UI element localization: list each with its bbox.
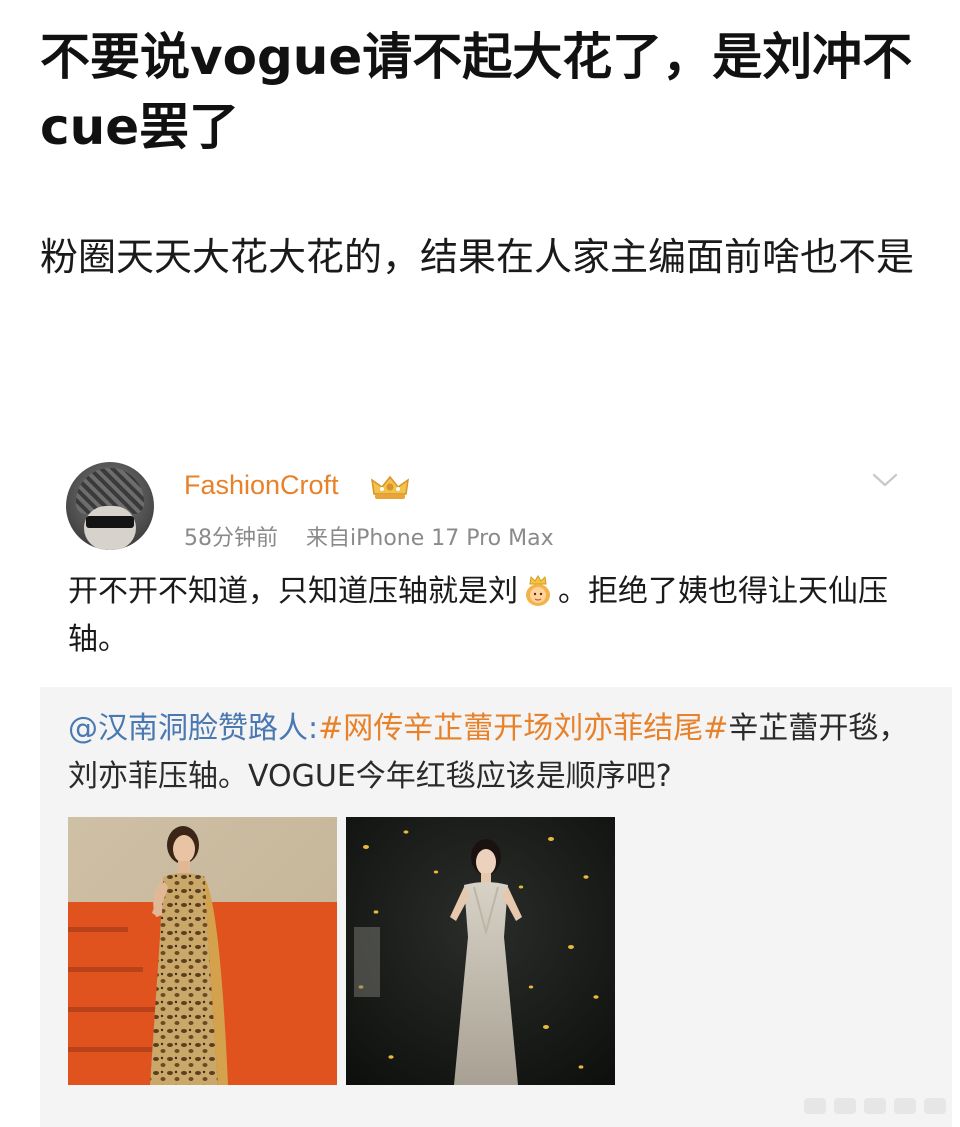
quoted-post-text: @汉南洞脸赞路人:#网传辛芷蕾开场刘亦菲结尾#辛芷蕾开毯，刘亦菲压轴。VOGUE… — [68, 705, 928, 801]
crown-badge-icon — [371, 475, 409, 499]
username[interactable]: FashionCroft — [184, 470, 339, 501]
carousel-indicator-icon — [804, 1098, 946, 1114]
embedded-post[interactable]: FashionCroft 58分钟前 来自iPhone 17 Pro Max 开… — [40, 440, 952, 1127]
red-carpet-photo-right[interactable] — [346, 817, 615, 1085]
chevron-down-icon[interactable] — [870, 470, 900, 490]
post-text-part1: 开不开不知道，只知道压轴就是刘 — [68, 574, 518, 609]
avatar[interactable] — [66, 462, 154, 550]
user-mention-link[interactable]: @汉南洞脸赞路人: — [68, 711, 318, 746]
post-source: 来自iPhone 17 Pro Max — [306, 526, 554, 551]
embedded-post-text: 开不开不知道，只知道压轴就是刘 。拒绝了姨也得让天仙压轴。 — [68, 568, 908, 664]
princess-emoji-icon — [526, 575, 550, 606]
page: 不要说vogue请不起大花了，是刘冲不cue罢了 粉圈天天大花大花的，结果在人家… — [0, 0, 960, 1127]
post-time: 58分钟前 — [184, 526, 278, 551]
post-title: 不要说vogue请不起大花了，是刘冲不cue罢了 — [40, 28, 913, 156]
red-carpet-photo-left[interactable] — [68, 817, 337, 1085]
post-body: 粉圈天天大花大花的，结果在人家主编面前啥也不是 — [40, 235, 915, 279]
post-meta: 58分钟前 来自iPhone 17 Pro Max — [184, 520, 554, 552]
hashtag-link[interactable]: #网传辛芷蕾开场刘亦菲结尾# — [318, 711, 728, 746]
quoted-post[interactable]: @汉南洞脸赞路人:#网传辛芷蕾开场刘亦菲结尾#辛芷蕾开毯，刘亦菲压轴。VOGUE… — [40, 687, 952, 1127]
